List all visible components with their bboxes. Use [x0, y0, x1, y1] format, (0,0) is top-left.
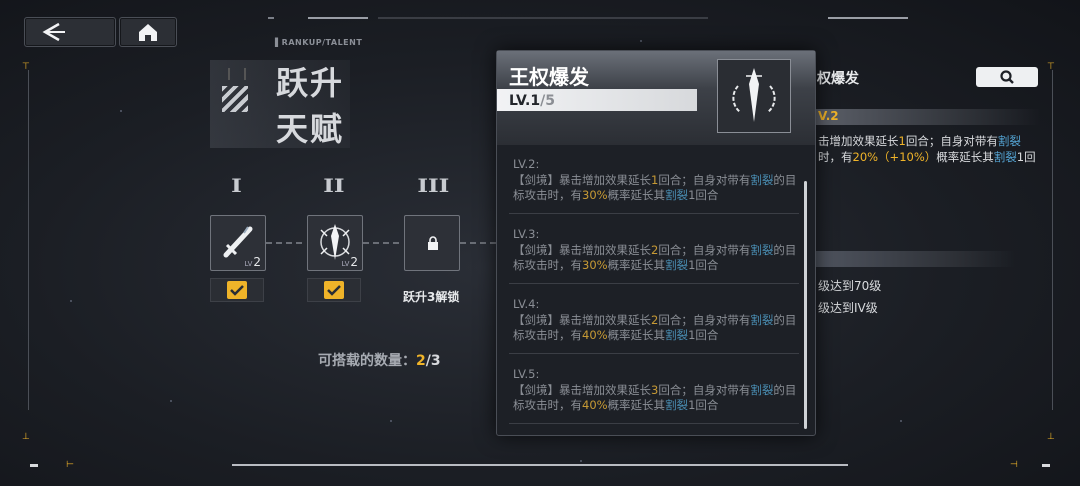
node-level: LV2 — [244, 255, 261, 269]
detail-level-bar: V.2 — [815, 109, 1040, 125]
tier-label: III — [417, 175, 450, 197]
level-entry: LV.2: 【剑境】暴击增加效果延长1回合；自身对带有割裂的目标攻击时，有30%… — [513, 157, 797, 202]
bottom-marker: ⊣ — [1010, 460, 1018, 470]
equip-checkbox-2[interactable] — [307, 278, 361, 302]
bottom-marker: ⊢ — [66, 460, 74, 470]
frame-marker: ⊥ — [1047, 432, 1055, 442]
lock-icon — [428, 236, 438, 250]
requirement-bar — [815, 251, 1015, 267]
checkmark-icon — [230, 285, 244, 296]
tier-label: II — [323, 175, 345, 197]
entry-divider — [509, 423, 799, 424]
tier-label: I — [231, 175, 242, 197]
frame-marker: ⊤ — [22, 62, 30, 72]
talent-node-2[interactable]: LV2 — [307, 215, 363, 271]
detail-title: 权爆发 — [817, 71, 859, 87]
frame-left — [28, 70, 29, 410]
popup-scrollbar[interactable] — [804, 181, 807, 429]
talent-node-1[interactable]: LV2 — [210, 215, 266, 271]
top-decor-line — [268, 17, 978, 20]
page-title-line1: 跃升 — [276, 64, 345, 102]
level-entry: LV.4: 【剑境】暴击增加效果延长2回合；自身对带有割裂的目标攻击时，有40%… — [513, 297, 797, 342]
scepter-icon — [732, 68, 776, 122]
equip-checkbox-1[interactable] — [210, 278, 264, 302]
page-title-line2: 天赋 — [276, 110, 345, 148]
inspect-button[interactable] — [976, 67, 1038, 87]
back-arrow-icon — [42, 22, 65, 42]
popup-title: 王权爆发 — [509, 65, 589, 89]
talent-detail-popup: 王权爆发 LV.1/5 LV.2: 【剑境】暴击增加效果延长1回合；自身对带有割… — [496, 50, 816, 436]
home-button[interactable] — [119, 17, 177, 47]
unlock-requirement: 跃升3解锁 — [403, 290, 460, 304]
talent-icon-frame — [717, 59, 791, 133]
requirement-item: 级达到IV级 — [818, 301, 878, 315]
entry-divider — [509, 213, 799, 214]
entry-divider — [509, 353, 799, 354]
node-level: LV2 — [341, 255, 358, 269]
detail-description: 击增加效果延长1回合；自身对带有割裂 时，有20%（+10%）概率延长其割裂1回 — [818, 134, 1036, 164]
level-entries-list[interactable]: LV.2: 【剑境】暴击增加效果延长1回合；自身对带有割裂的目标攻击时，有30%… — [497, 151, 803, 427]
equip-count: 可搭载的数量：2/3 — [318, 353, 441, 369]
tree-connector — [460, 242, 496, 244]
bottom-progress-bar — [232, 464, 848, 466]
level-entry: LV.3: 【剑境】暴击增加效果延长2回合；自身对带有割裂的目标攻击时，有30%… — [513, 227, 797, 272]
tree-connector — [363, 242, 403, 244]
frame-marker: ⊥ — [22, 432, 30, 442]
tree-connector — [266, 242, 306, 244]
magnifier-icon — [1000, 70, 1014, 84]
level-entry: LV.5: 【剑境】暴击增加效果延长3回合；自身对带有割裂的目标攻击时，有40%… — [513, 367, 797, 412]
frame-marker: ⊤ — [1047, 62, 1055, 72]
checkmark-icon — [327, 285, 341, 296]
home-icon — [139, 24, 157, 41]
section-tag: ▌RANKUP/TALENT — [275, 38, 363, 47]
requirement-item: 级达到70级 — [818, 279, 882, 293]
popup-header: 王权爆发 LV.1/5 — [497, 51, 815, 145]
bars-decoration — [228, 68, 246, 80]
popup-level: LV.1/5 — [509, 93, 555, 109]
talent-node-3[interactable] — [404, 215, 460, 271]
bottom-marker — [30, 464, 38, 467]
back-button[interactable] — [24, 17, 116, 47]
stripe-decoration — [222, 86, 248, 112]
entry-divider — [509, 283, 799, 284]
bottom-marker — [1042, 464, 1050, 467]
frame-right — [1052, 70, 1053, 410]
